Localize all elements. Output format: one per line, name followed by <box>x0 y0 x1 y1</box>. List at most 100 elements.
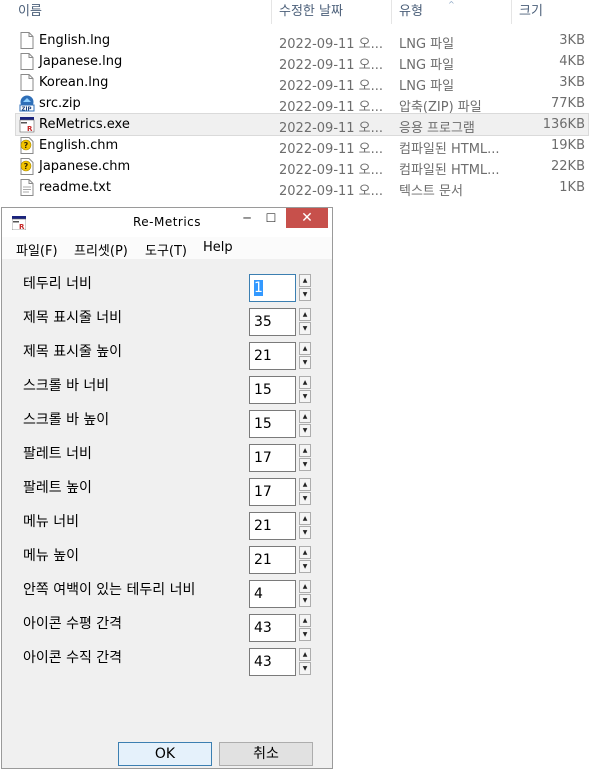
metric-label: 메뉴 너비 <box>23 514 79 530</box>
metric-row: 메뉴 높이 21 ▲ ▼ <box>10 540 324 574</box>
column-divider[interactable] <box>511 0 512 24</box>
metric-value-input[interactable]: 17 <box>249 478 296 506</box>
spin-up-button[interactable]: ▲ <box>299 444 311 457</box>
metric-value-input[interactable]: 43 <box>249 648 296 676</box>
column-divider[interactable] <box>271 0 272 24</box>
metric-value-input[interactable]: 21 <box>249 546 296 574</box>
spin-up-button[interactable]: ▲ <box>299 342 311 355</box>
maximize-button[interactable]: ☐ <box>258 208 284 228</box>
metric-label: 아이콘 수평 간격 <box>23 616 123 632</box>
file-type: LNG 파일 <box>399 58 455 73</box>
document-icon <box>19 53 35 70</box>
metric-value: 4 <box>254 586 263 602</box>
spin-down-button[interactable]: ▼ <box>299 322 311 335</box>
metric-row: 아이콘 수평 간격 43 ▲ ▼ <box>10 608 324 642</box>
metric-value-input[interactable]: 1 <box>249 274 296 302</box>
document-icon <box>19 32 35 49</box>
spin-down-button[interactable]: ▼ <box>299 458 311 471</box>
menu-file[interactable]: 파일(F) <box>16 240 58 259</box>
metrics-panel: 테두리 너비 1 ▲ ▼ 제목 표시줄 너비 35 ▲ ▼ 제목 표시줄 높이 21 ▲ ▼ 스크롤 바… <box>10 260 324 766</box>
spin-control: ▲ ▼ <box>299 376 311 404</box>
spin-control: ▲ ▼ <box>299 614 311 642</box>
spin-up-button[interactable]: ▲ <box>299 546 311 559</box>
spin-up-button[interactable]: ▲ <box>299 614 311 627</box>
spin-up-button[interactable]: ▲ <box>299 648 311 661</box>
app-icon: R <box>19 116 35 133</box>
spin-up-button[interactable]: ▲ <box>299 580 311 593</box>
spin-down-button[interactable]: ▼ <box>299 356 311 369</box>
metric-row: 팔레트 높이 17 ▲ ▼ <box>10 472 324 506</box>
metric-value-input[interactable]: 21 <box>249 342 296 370</box>
spin-up-button[interactable]: ▲ <box>299 376 311 389</box>
column-header-name[interactable]: 이름 <box>12 0 270 24</box>
metric-value-input[interactable]: 43 <box>249 614 296 642</box>
file-date: 2022-09-11 오... <box>279 142 384 157</box>
help-file-icon: ? <box>19 158 35 175</box>
spin-down-button[interactable]: ▼ <box>299 594 311 607</box>
menu-help[interactable]: Help <box>203 240 233 255</box>
minimize-button[interactable]: ─ <box>234 208 260 228</box>
spin-down-button[interactable]: ▼ <box>299 424 311 437</box>
close-button[interactable]: ✕ <box>286 208 328 228</box>
spin-down-button[interactable]: ▼ <box>299 628 311 641</box>
file-row[interactable]: ZIP src.zip 2022-09-11 오... 압축(ZIP) 파일 77KB <box>16 93 588 115</box>
spin-down-button[interactable]: ▼ <box>299 560 311 573</box>
metric-value-input[interactable]: 35 <box>249 308 296 336</box>
title-bar[interactable]: R Re-Metrics ─ ☐ ✕ <box>2 208 332 237</box>
file-row[interactable]: Korean.lng 2022-09-11 오... LNG 파일 3KB <box>16 72 588 94</box>
file-type: 컴파일된 HTML... <box>399 142 500 157</box>
metric-label: 팔레트 너비 <box>23 446 92 462</box>
ok-button[interactable]: OK <box>118 742 212 766</box>
svg-text:ZIP: ZIP <box>22 106 32 112</box>
spin-up-button[interactable]: ▲ <box>299 410 311 423</box>
file-row[interactable]: R ReMetrics.exe 2022-09-11 오... 응용 프로그램 136K… <box>15 113 589 136</box>
spin-down-button[interactable]: ▼ <box>299 390 311 403</box>
metric-row: 메뉴 너비 21 ▲ ▼ <box>10 506 324 540</box>
file-type: 텍스트 문서 <box>399 184 463 199</box>
column-header-size[interactable]: 크기 <box>513 0 593 24</box>
metric-row: 테두리 너비 1 ▲ ▼ <box>10 268 324 302</box>
cancel-button[interactable]: 취소 <box>219 742 313 766</box>
metric-value-input[interactable]: 15 <box>249 410 296 438</box>
menu-preset[interactable]: 프리셋(P) <box>74 240 128 259</box>
menu-tools[interactable]: 도구(T) <box>145 240 187 259</box>
spin-down-button[interactable]: ▼ <box>299 492 311 505</box>
column-header-date[interactable]: 수정한 날짜 <box>273 0 391 24</box>
file-row[interactable]: readme.txt 2022-09-11 오... 텍스트 문서 1KB <box>16 177 588 199</box>
file-size: 1KB <box>559 180 585 195</box>
metric-value-input[interactable]: 17 <box>249 444 296 472</box>
metric-label: 제목 표시줄 높이 <box>23 344 123 360</box>
file-row[interactable]: English.lng 2022-09-11 오... LNG 파일 3KB <box>16 30 588 52</box>
metric-label: 팔레트 높이 <box>23 480 92 496</box>
menu-bar: 파일(F) 프리셋(P) 도구(T) Help <box>2 237 332 259</box>
file-row[interactable]: ? English.chm 2022-09-11 오... 컴파일된 HTML... 1… <box>16 135 588 157</box>
spin-up-button[interactable]: ▲ <box>299 274 311 287</box>
spin-down-button[interactable]: ▼ <box>299 526 311 539</box>
file-name: readme.txt <box>39 180 111 195</box>
spin-control: ▲ ▼ <box>299 274 311 302</box>
metric-value: 21 <box>254 552 272 568</box>
metric-row: 팔레트 너비 17 ▲ ▼ <box>10 438 324 472</box>
file-row[interactable]: Japanese.lng 2022-09-11 오... LNG 파일 4KB <box>16 51 588 73</box>
metric-value: 21 <box>254 348 272 364</box>
file-type: 압축(ZIP) 파일 <box>399 100 482 115</box>
metric-row: 아이콘 수직 간격 43 ▲ ▼ <box>10 642 324 676</box>
column-divider[interactable] <box>391 0 392 24</box>
svg-text:R: R <box>27 125 33 133</box>
file-date: 2022-09-11 오... <box>279 58 384 73</box>
file-name: English.chm <box>39 138 119 153</box>
file-type: LNG 파일 <box>399 79 455 94</box>
metric-value-input[interactable]: 21 <box>249 512 296 540</box>
spin-down-button[interactable]: ▼ <box>299 662 311 675</box>
metric-value: 15 <box>254 382 272 398</box>
spin-up-button[interactable]: ▲ <box>299 512 311 525</box>
metric-value: 21 <box>254 518 272 534</box>
spin-up-button[interactable]: ▲ <box>299 478 311 491</box>
spin-control: ▲ ▼ <box>299 444 311 472</box>
file-row[interactable]: ? Japanese.chm 2022-09-11 오... 컴파일된 HTML...… <box>16 156 588 178</box>
file-type: 컴파일된 HTML... <box>399 163 500 178</box>
metric-value-input[interactable]: 15 <box>249 376 296 404</box>
spin-down-button[interactable]: ▼ <box>299 288 311 301</box>
spin-up-button[interactable]: ▲ <box>299 308 311 321</box>
metric-value-input[interactable]: 4 <box>249 580 296 608</box>
